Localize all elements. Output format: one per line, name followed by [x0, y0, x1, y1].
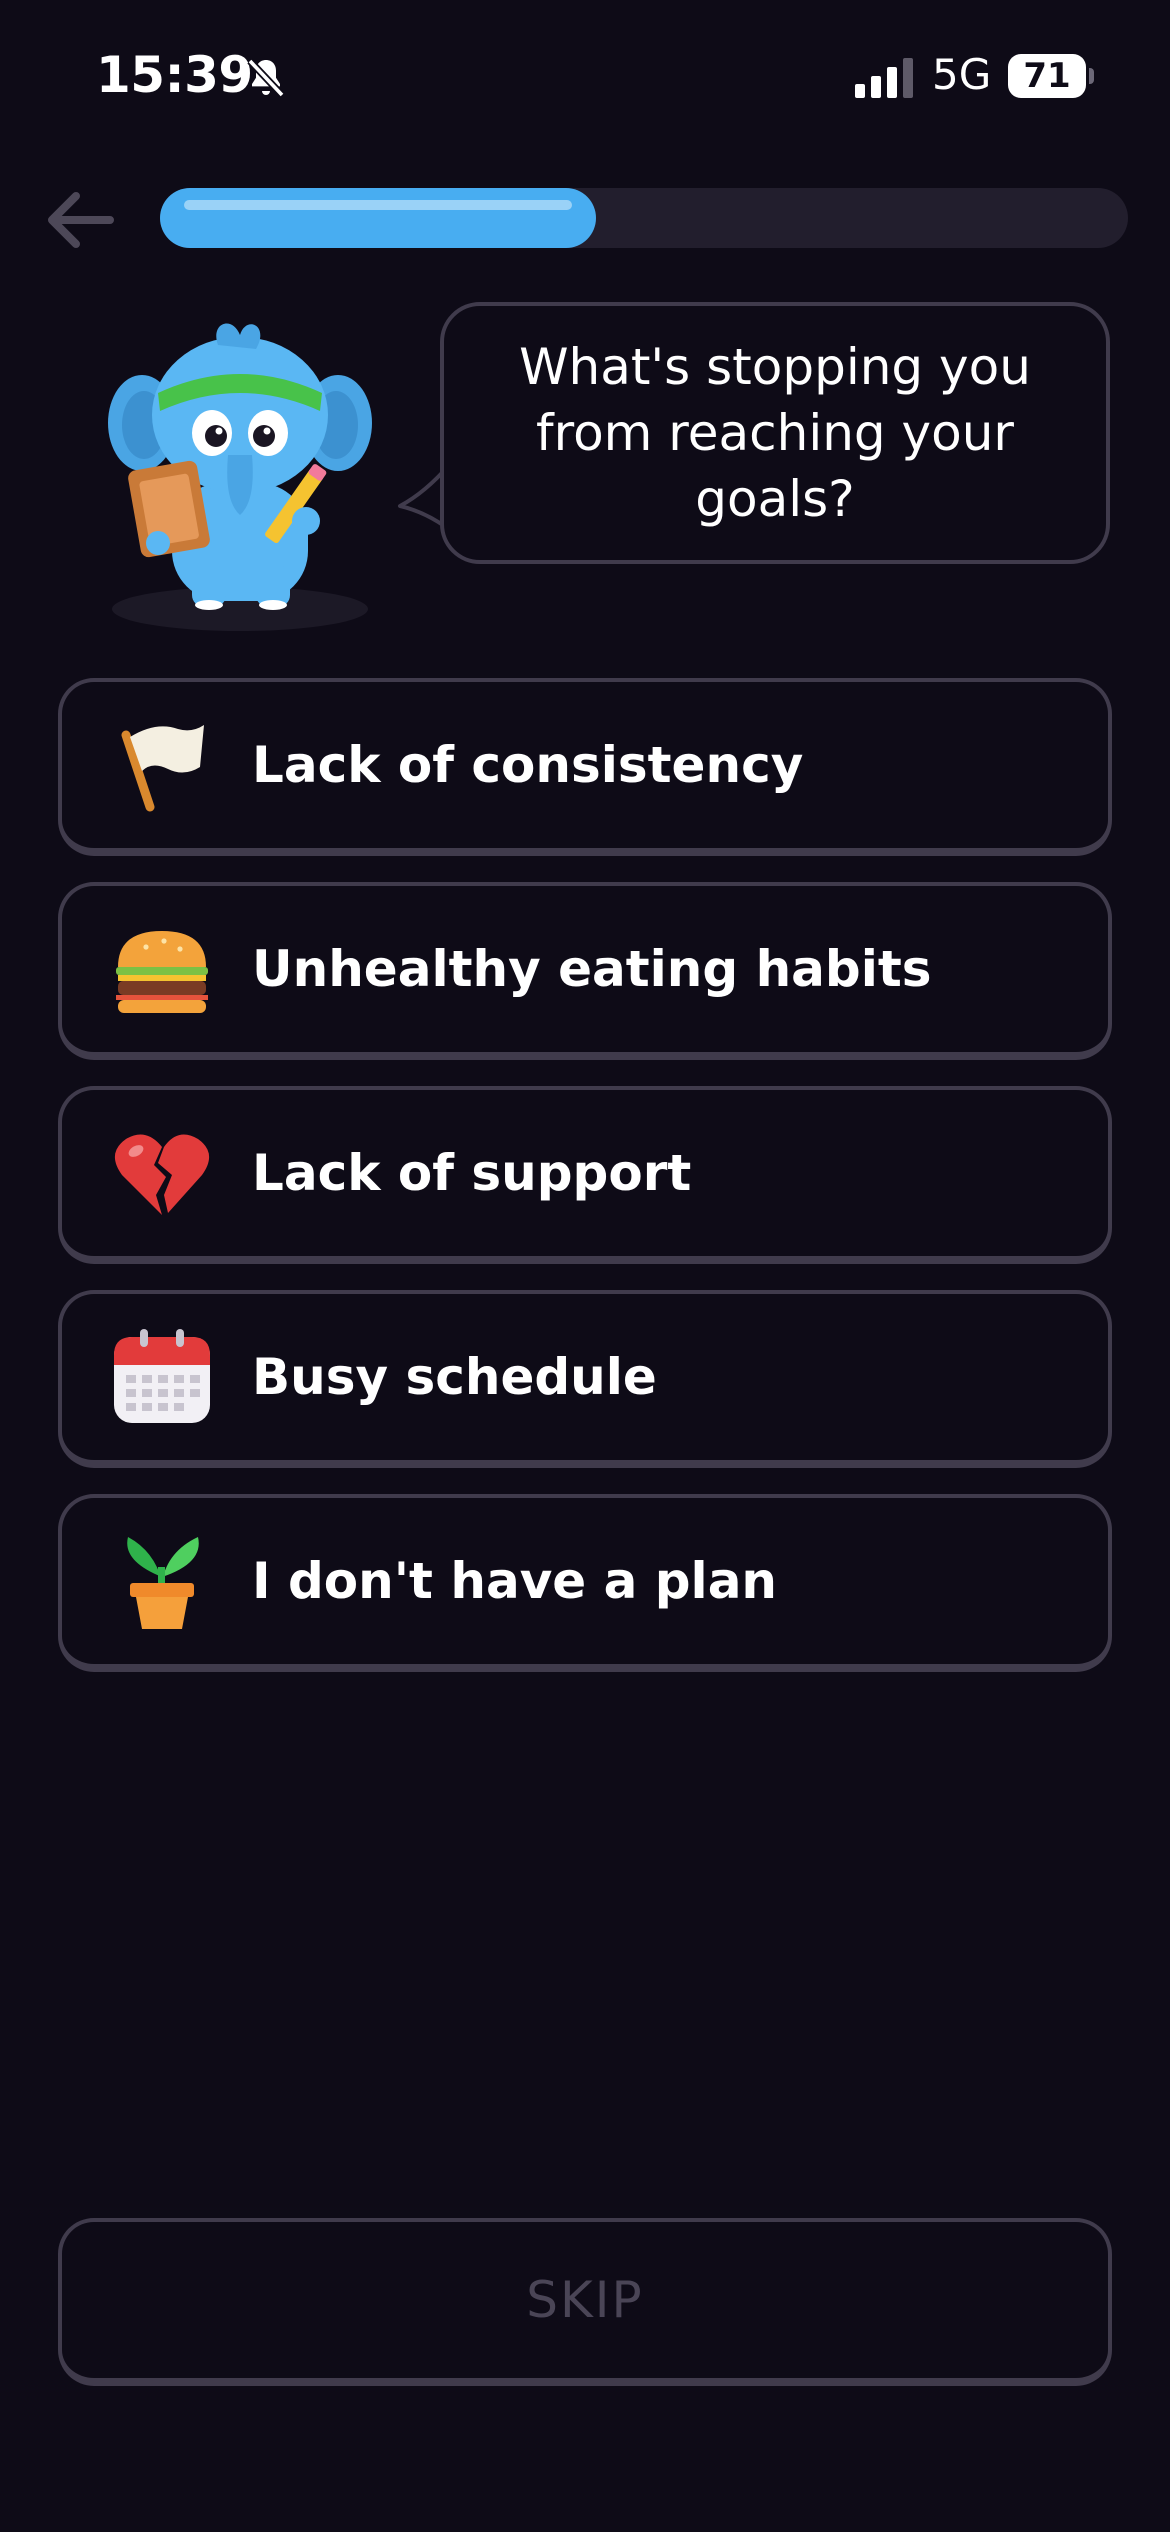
battery-tip [1089, 68, 1094, 84]
network-type: 5G [932, 50, 992, 99]
option-label: Unhealthy eating habits [252, 940, 932, 998]
burger-icon [116, 931, 208, 1013]
option-lack-of-support[interactable]: Lack of support [58, 1086, 1112, 1264]
option-label: I don't have a plan [252, 1552, 778, 1610]
question-text: What's stopping you from reaching your g… [519, 338, 1031, 528]
skip-button[interactable]: SKIP [58, 2218, 1112, 2386]
calendar-icon [114, 1329, 210, 1423]
option-lack-of-consistency[interactable]: Lack of consistency [58, 678, 1112, 856]
back-arrow-icon[interactable] [40, 180, 120, 260]
speech-bubble: What's stopping you from reaching your g… [440, 302, 1110, 564]
option-label: Lack of support [252, 1144, 692, 1202]
option-label: Busy schedule [252, 1348, 657, 1406]
progress-bar [160, 188, 1128, 248]
battery-level: 71 [1023, 56, 1071, 96]
elephant-mascot-icon [108, 323, 372, 631]
progress-shine [184, 200, 572, 210]
skip-label: SKIP [526, 2271, 644, 2329]
options-list: Lack of consistency Unhealthy eating hab… [58, 678, 1112, 1698]
option-unhealthy-eating-habits[interactable]: Unhealthy eating habits [58, 882, 1112, 1060]
status-time: 15:39 [96, 46, 253, 104]
signal-icon [855, 58, 913, 98]
option-label: Lack of consistency [252, 736, 804, 794]
white-flag-icon [121, 725, 204, 812]
progress-fill [160, 188, 596, 248]
broken-heart-icon [114, 1134, 210, 1215]
option-busy-schedule[interactable]: Busy schedule [58, 1290, 1112, 1468]
potted-sprout-icon [127, 1537, 199, 1629]
option-no-plan[interactable]: I don't have a plan [58, 1494, 1112, 1672]
bell-muted-icon [247, 58, 285, 98]
battery-icon: 71 [1008, 54, 1086, 98]
